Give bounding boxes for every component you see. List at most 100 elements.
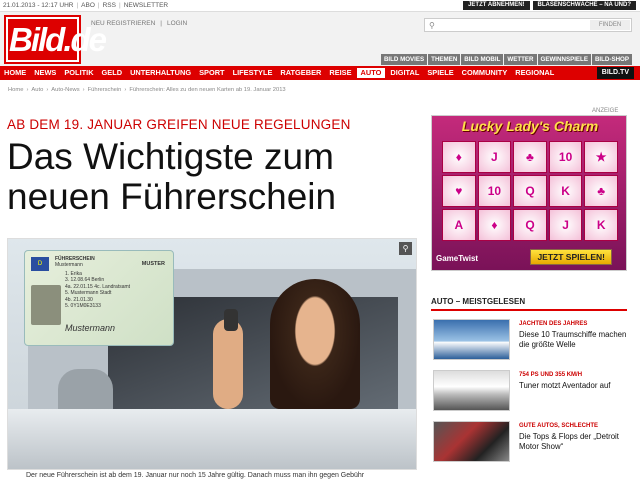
register-link[interactable]: NEU REGISTRIEREN <box>91 20 155 27</box>
bild-tv-button[interactable]: BILD.TV <box>596 67 634 79</box>
reel-symbol: ♦ <box>477 209 512 241</box>
subnav-bild-movies[interactable]: BILD MOVIES <box>380 54 428 65</box>
sidebar-item-aventador[interactable]: 754 PS UND 355 KM/H Tuner motzt Aventado… <box>431 370 627 414</box>
search-box[interactable]: ⚲ FINDEN <box>424 18 632 32</box>
main-navigation: HOME NEWS POLITIK GELD UNTERHALTUNG SPOR… <box>0 66 640 80</box>
breadcrumb-separator: › <box>46 87 49 93</box>
sidebar-kicker: GUTE AUTOS, SCHLECHTE <box>519 423 599 429</box>
reel-symbol: J <box>548 209 583 241</box>
breadcrumb-separator: › <box>124 87 127 93</box>
gametwist-logo: GameTwist <box>436 254 479 263</box>
search-icon: ⚲ <box>429 21 435 30</box>
subnav-gewinnspiele[interactable]: GEWINNSPIELE <box>537 54 591 65</box>
subnav-bild-mobil[interactable]: BILD MOBIL <box>461 54 504 65</box>
sidebar-title[interactable]: Die Tops & Flops der „Detroit Motor Show… <box>519 432 629 452</box>
separator: | <box>97 2 100 9</box>
separator: | <box>76 2 79 9</box>
reel-symbol: A <box>442 209 476 241</box>
sidebar-kicker: JACHTEN DES JAHRES <box>519 321 588 327</box>
subnav-themen[interactable]: THEMEN <box>428 54 461 65</box>
woman-arm <box>213 319 243 409</box>
nav-sport[interactable]: SPORT <box>195 66 228 80</box>
nav-geld[interactable]: GELD <box>98 66 127 80</box>
breadcrumb-separator: › <box>82 87 85 93</box>
nav-home[interactable]: HOME <box>0 66 30 80</box>
ad-label: ANZEIGE <box>592 108 619 114</box>
sidebar-item-yachts[interactable]: JACHTEN DES JAHRES Diese 10 Traumschiffe… <box>431 319 627 363</box>
search-button[interactable]: FINDEN <box>590 20 630 30</box>
advertisement-banner[interactable]: Lucky Lady's Charm ♦ J ♣ 10 ★ ♥ 10 Q K ♣… <box>431 115 627 271</box>
nav-unterhaltung[interactable]: UNTERHALTUNG <box>126 66 195 80</box>
nav-regional[interactable]: REGIONAL <box>511 66 558 80</box>
article-image[interactable]: D FÜHRERSCHEIN Mustermann MUSTER 1. Erik… <box>7 238 417 470</box>
slot-reels: ♦ J ♣ 10 ★ ♥ 10 Q K ♣ A ♦ Q J K <box>442 141 618 241</box>
play-now-button[interactable]: JETZT SPIELEN! <box>530 249 612 265</box>
bild-logo[interactable]: Bild.de <box>4 15 107 64</box>
license-card: D FÜHRERSCHEIN Mustermann MUSTER 1. Erik… <box>24 250 174 346</box>
promo-button-2[interactable]: BLASENSCHWÄCHE – NA UND? <box>532 1 636 10</box>
article-kicker: AB DEM 19. JANUAR GREIFEN NEUE REGELUNGE… <box>7 117 351 132</box>
car-key <box>224 309 238 331</box>
header: Bild.de NEU REGISTRIEREN | LOGIN ⚲ FINDE… <box>0 11 640 66</box>
promo-button-1[interactable]: JETZT ABNEHMEN! <box>463 1 530 10</box>
abo-link[interactable]: ABO <box>81 0 95 11</box>
car-thumbnail[interactable] <box>433 370 510 411</box>
reel-symbol: 10 <box>477 175 512 207</box>
breadcrumb-home[interactable]: Home <box>8 87 23 93</box>
breadcrumb-auto-news[interactable]: Auto-News <box>51 87 79 93</box>
ad-title: Lucky Lady's Charm <box>461 118 599 134</box>
nav-community[interactable]: COMMUNITY <box>458 66 512 80</box>
sidebar-title[interactable]: Tuner motzt Aventador auf <box>519 381 629 391</box>
reel-symbol: 10 <box>548 141 583 173</box>
nav-auto[interactable]: AUTO <box>355 67 387 79</box>
sidebar-kicker: 754 PS UND 355 KM/H <box>519 372 583 378</box>
page-title: Das Wichtigste zum neuen Führerschein <box>7 136 337 217</box>
sidebar-heading: AUTO – MEISTGELESEN <box>431 297 627 311</box>
reel-symbol: ♣ <box>513 141 547 173</box>
zoom-icon[interactable]: ⚲ <box>399 242 412 255</box>
sidebar-item-detroit[interactable]: GUTE AUTOS, SCHLECHTE Die Tops & Flops d… <box>431 421 627 465</box>
nav-lifestyle[interactable]: LIFESTYLE <box>229 66 277 80</box>
image-caption: Der neue Führerschein ist ab dem 19. Jan… <box>26 472 365 479</box>
reel-symbol: ♥ <box>442 175 476 207</box>
yacht-thumbnail[interactable] <box>433 319 510 360</box>
reel-symbol: ♦ <box>442 141 476 173</box>
eu-flag-icon: D <box>31 257 49 271</box>
license-portrait <box>31 285 61 325</box>
breadcrumb-separator: › <box>26 87 29 93</box>
rss-link[interactable]: RSS <box>103 0 116 11</box>
reel-symbol: K <box>548 175 583 207</box>
reel-symbol: ♣ <box>584 175 618 207</box>
login-link[interactable]: LOGIN <box>167 20 187 27</box>
top-bar: 21.01.2013 - 12:17 UHR | ABO | RSS | NEW… <box>0 0 640 11</box>
breadcrumb: Home › Auto › Auto-News › Führerschein › Füh… <box>8 87 286 93</box>
reel-symbol: Q <box>513 209 547 241</box>
reel-symbol: ★ <box>584 141 618 173</box>
nav-ratgeber[interactable]: RATGEBER <box>276 66 325 80</box>
reel-symbol: J <box>477 141 512 173</box>
nav-news[interactable]: NEWS <box>30 66 60 80</box>
subnav-wetter[interactable]: WETTER <box>504 54 537 65</box>
breadcrumb-auto[interactable]: Auto <box>31 87 43 93</box>
license-line: 5. 0Y1M0E3133 <box>65 303 101 310</box>
car-door <box>8 409 416 469</box>
breadcrumb-current: Führerschein: Alles zu den neuen Karten … <box>129 87 286 93</box>
license-signature: Mustermann <box>65 323 116 333</box>
newsletter-link[interactable]: NEWSLETTER <box>124 0 168 11</box>
reel-symbol: K <box>584 209 618 241</box>
sub-navigation: BILD MOVIES THEMEN BILD MOBIL WETTER GEW… <box>380 54 632 65</box>
nav-politik[interactable]: POLITIK <box>60 66 97 80</box>
sidebar-title[interactable]: Diese 10 Traumschiffe machen die größte … <box>519 330 629 350</box>
nav-digital[interactable]: DIGITAL <box>386 66 423 80</box>
license-name: Mustermann <box>55 262 83 268</box>
motor-show-thumbnail[interactable] <box>433 421 510 462</box>
nav-reise[interactable]: REISE <box>325 66 355 80</box>
subnav-bild-shop[interactable]: BILD-SHOP <box>591 54 632 65</box>
separator: | <box>118 2 121 9</box>
nav-spiele[interactable]: SPIELE <box>423 66 457 80</box>
breadcrumb-fuehrerschein[interactable]: Führerschein <box>88 87 122 93</box>
reel-symbol: Q <box>513 175 547 207</box>
separator: | <box>160 20 162 27</box>
date-text: 21.01.2013 - 12:17 UHR <box>3 2 74 9</box>
license-muster: MUSTER <box>141 261 165 267</box>
